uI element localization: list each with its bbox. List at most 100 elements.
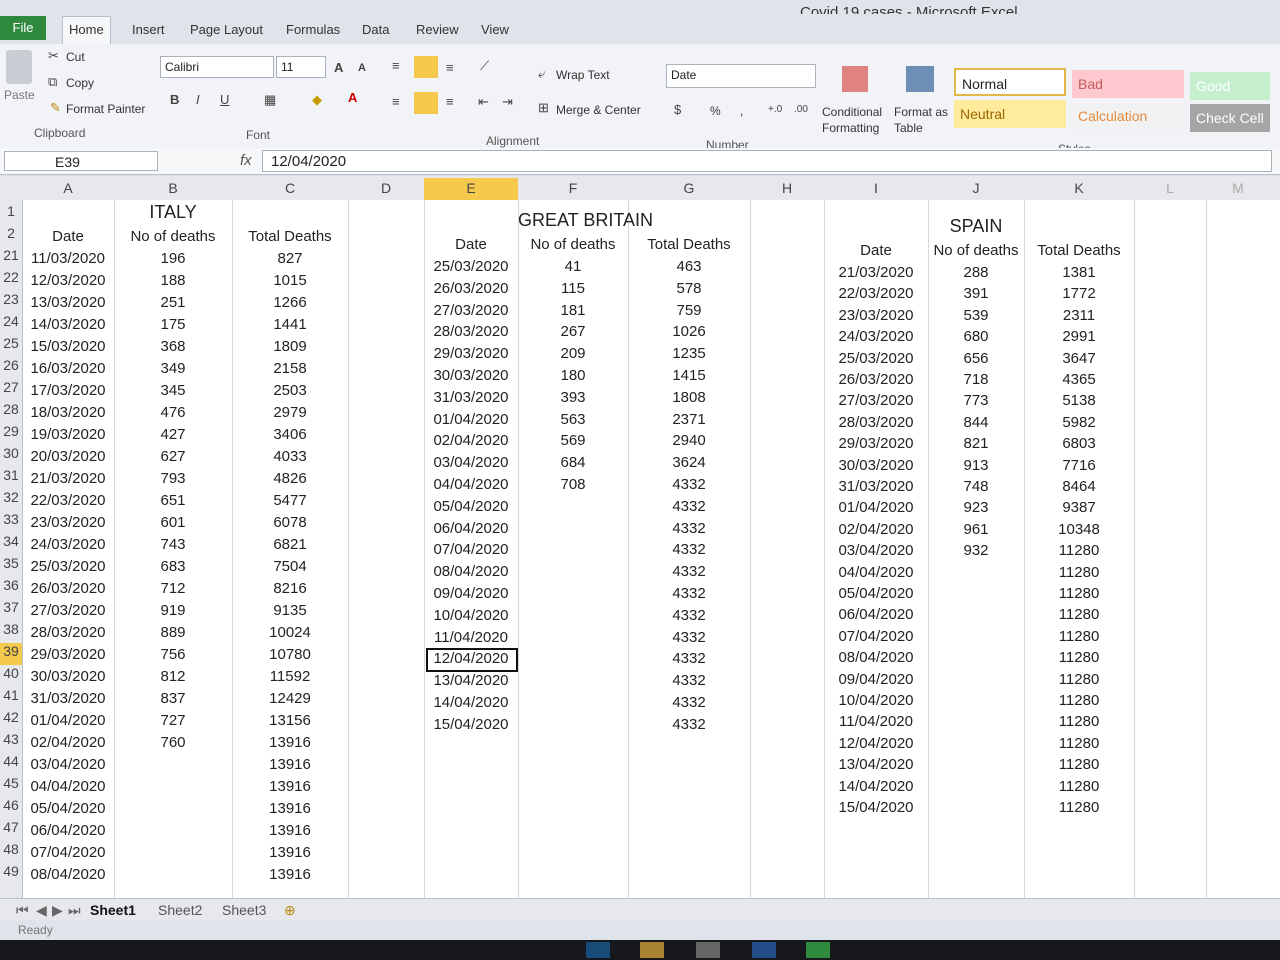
data-cell[interactable]: 22/03/2020 <box>824 285 928 302</box>
align-bottom-icon[interactable]: ≡ <box>446 60 454 75</box>
style-neutral[interactable]: Neutral <box>954 100 1066 128</box>
data-cell[interactable]: 23/03/2020 <box>824 307 928 324</box>
data-cell[interactable]: 13916 <box>232 866 348 883</box>
data-cell[interactable]: 2503 <box>232 382 348 399</box>
row-header[interactable]: 32 <box>0 489 22 511</box>
data-cell[interactable]: 913 <box>928 457 1024 474</box>
style-bad[interactable]: Bad <box>1072 70 1184 98</box>
row-header[interactable]: 36 <box>0 577 22 599</box>
data-cell[interactable]: 01/04/2020 <box>424 411 518 428</box>
data-cell[interactable]: 02/04/2020 <box>824 521 928 538</box>
grow-font-icon[interactable]: A <box>334 60 343 75</box>
column-header-f[interactable]: F <box>518 180 628 196</box>
decrease-decimal-icon[interactable]: .00 <box>794 104 808 115</box>
data-cell[interactable]: 9387 <box>1024 499 1134 516</box>
data-cell[interactable]: 21/03/2020 <box>22 470 114 487</box>
increase-decimal-icon[interactable]: +.0 <box>768 104 782 115</box>
data-cell[interactable]: 6078 <box>232 514 348 531</box>
data-cell[interactable]: 288 <box>928 264 1024 281</box>
data-cell[interactable]: 368 <box>114 338 232 355</box>
column-header-l[interactable]: L <box>1134 180 1206 196</box>
data-cell[interactable]: 4332 <box>628 498 750 515</box>
data-cell[interactable]: 27/03/2020 <box>22 602 114 619</box>
data-cell[interactable]: 683 <box>114 558 232 575</box>
data-cell[interactable]: 4332 <box>628 520 750 537</box>
data-cell[interactable]: 827 <box>232 250 348 267</box>
data-cell[interactable]: 29/03/2020 <box>424 345 518 362</box>
data-cell[interactable]: 961 <box>928 521 1024 538</box>
data-cell[interactable]: 03/04/2020 <box>22 756 114 773</box>
data-cell[interactable]: 793 <box>114 470 232 487</box>
data-cell[interactable]: 1809 <box>232 338 348 355</box>
data-cell[interactable]: 4332 <box>628 585 750 602</box>
row-header[interactable]: 40 <box>0 665 22 687</box>
italic-button[interactable]: I <box>196 92 200 107</box>
data-cell[interactable]: 31/03/2020 <box>824 478 928 495</box>
data-cell[interactable]: 10/04/2020 <box>424 607 518 624</box>
data-cell[interactable]: 23/03/2020 <box>22 514 114 531</box>
merge-center-button[interactable]: Merge & Center <box>556 103 641 117</box>
data-cell[interactable]: 24/03/2020 <box>824 328 928 345</box>
data-cell[interactable]: 29/03/2020 <box>824 435 928 452</box>
data-cell[interactable]: 743 <box>114 536 232 553</box>
data-cell[interactable]: 05/04/2020 <box>424 498 518 515</box>
data-cell[interactable]: 08/04/2020 <box>22 866 114 883</box>
data-cell[interactable]: 10780 <box>232 646 348 663</box>
data-cell[interactable]: 02/04/2020 <box>424 432 518 449</box>
data-cell[interactable]: 24/03/2020 <box>22 536 114 553</box>
data-cell[interactable]: 11280 <box>1024 606 1134 623</box>
format-painter-button[interactable]: Format Painter <box>66 102 145 116</box>
data-cell[interactable]: 26/03/2020 <box>424 280 518 297</box>
data-cell[interactable]: 12429 <box>232 690 348 707</box>
data-cell[interactable]: 2940 <box>628 432 750 449</box>
data-cell[interactable]: 180 <box>518 367 628 384</box>
data-cell[interactable]: 13916 <box>232 800 348 817</box>
data-cell[interactable]: 4332 <box>628 672 750 689</box>
data-cell[interactable]: 539 <box>928 307 1024 324</box>
column-header-c[interactable]: C <box>232 180 348 196</box>
data-cell[interactable]: 05/04/2020 <box>22 800 114 817</box>
sheet-nav-next-icon[interactable]: ▶ <box>52 902 63 919</box>
data-cell[interactable]: 19/03/2020 <box>22 426 114 443</box>
data-cell[interactable]: 578 <box>628 280 750 297</box>
data-cell[interactable]: 13/04/2020 <box>424 672 518 689</box>
cut-button[interactable]: Cut <box>66 50 85 64</box>
shrink-font-icon[interactable]: A <box>358 62 366 74</box>
align-center-icon[interactable] <box>414 92 438 114</box>
sheet-tab-2[interactable]: Sheet2 <box>158 902 202 918</box>
data-cell[interactable]: 4332 <box>628 694 750 711</box>
country-header-italy[interactable]: ITALY <box>114 202 232 223</box>
sheet-tab-3[interactable]: Sheet3 <box>222 902 266 918</box>
data-cell[interactable]: 1415 <box>628 367 750 384</box>
row-header[interactable]: 30 <box>0 445 22 467</box>
data-cell[interactable]: 21/03/2020 <box>824 264 928 281</box>
data-cell[interactable]: 10348 <box>1024 521 1134 538</box>
data-cell[interactable]: 175 <box>114 316 232 333</box>
data-cell[interactable]: 11592 <box>232 668 348 685</box>
data-cell[interactable]: 2979 <box>232 404 348 421</box>
data-cell[interactable]: 1026 <box>628 323 750 340</box>
data-cell[interactable]: 10/04/2020 <box>824 692 928 709</box>
data-cell[interactable]: 2371 <box>628 411 750 428</box>
data-cell[interactable]: 13156 <box>232 712 348 729</box>
data-cell[interactable]: 11280 <box>1024 649 1134 666</box>
row-header[interactable]: 35 <box>0 555 22 577</box>
column-header-k[interactable]: K <box>1024 180 1134 196</box>
data-cell[interactable]: 563 <box>518 411 628 428</box>
data-cell[interactable]: 22/03/2020 <box>22 492 114 509</box>
data-cell[interactable]: 07/04/2020 <box>824 628 928 645</box>
data-cell[interactable]: 1772 <box>1024 285 1134 302</box>
row-header[interactable]: 27 <box>0 379 22 401</box>
data-cell[interactable]: 2991 <box>1024 328 1134 345</box>
row-header[interactable]: 21 <box>0 247 22 269</box>
column-title[interactable]: Total Deaths <box>232 228 348 245</box>
conditional-formatting-button[interactable]: Conditional Formatting <box>822 104 892 136</box>
row-header[interactable]: 33 <box>0 511 22 533</box>
data-cell[interactable]: 349 <box>114 360 232 377</box>
data-cell[interactable]: 569 <box>518 432 628 449</box>
data-cell[interactable]: 05/04/2020 <box>824 585 928 602</box>
active-cell-selection[interactable] <box>426 648 518 673</box>
data-cell[interactable]: 28/03/2020 <box>424 323 518 340</box>
formula-input[interactable]: 12/04/2020 <box>262 150 1272 172</box>
data-cell[interactable]: 760 <box>114 734 232 751</box>
